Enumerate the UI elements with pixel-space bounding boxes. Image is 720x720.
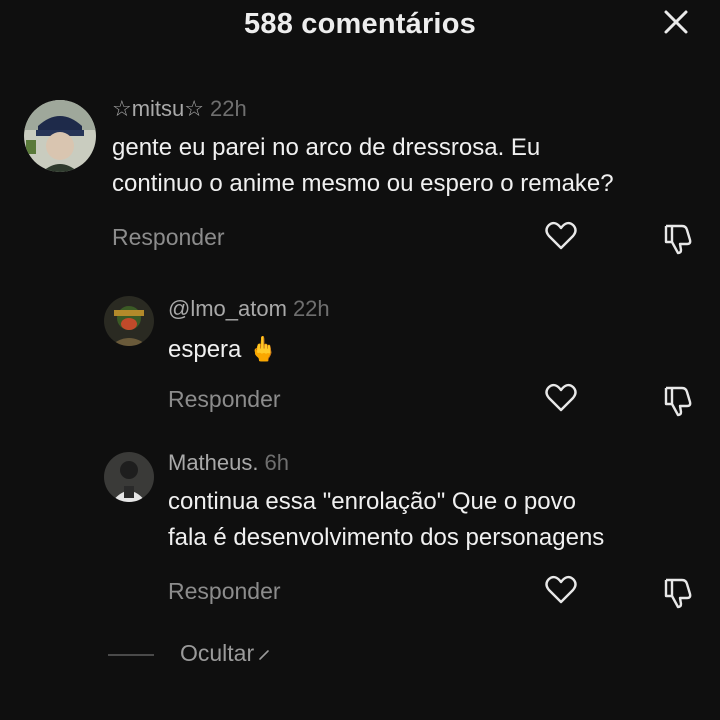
comment-text-line: fala é desenvolvimento dos personagens: [168, 524, 605, 551]
avatar[interactable]: [104, 296, 154, 346]
comment-meta: Matheus. 6h: [168, 450, 289, 476]
close-icon[interactable]: [658, 4, 694, 40]
timestamp: 6h: [264, 450, 289, 475]
reply-button[interactable]: Responder: [168, 386, 281, 413]
hide-replies-label: Ocultar: [180, 640, 255, 666]
comment-text-line: gente eu parei no arco de dressrosa. Eu: [112, 134, 541, 161]
timestamp: 22h: [292, 296, 330, 321]
dislike-icon[interactable]: [660, 382, 696, 418]
comment-text-line: espera 🖕: [168, 336, 278, 363]
username[interactable]: @lmo_atom: [168, 296, 287, 321]
comment-item: ☆mitsu☆ 22h gente eu parei no arco de dre…: [0, 90, 720, 270]
comment-text: gente eu parei no arco de dressrosa. Eu …: [112, 130, 614, 202]
dislike-icon[interactable]: [660, 574, 696, 610]
comment-count-title: 588 comentários: [244, 8, 476, 40]
username[interactable]: Matheus.: [168, 450, 259, 475]
avatar[interactable]: [104, 452, 154, 502]
reply-item: Matheus. 6h continua essa "enrolação" Que…: [0, 448, 720, 618]
heart-icon[interactable]: [543, 380, 579, 416]
chevron-up-icon: [259, 650, 269, 660]
comment-text: espera 🖕: [168, 332, 278, 368]
heart-icon[interactable]: [543, 218, 579, 254]
comment-meta: ☆mitsu☆ 22h: [112, 96, 247, 122]
heart-icon[interactable]: [543, 572, 579, 608]
comment-text-line: continuo o anime mesmo ou espero o remak…: [112, 170, 614, 197]
comment-text-line: continua essa "enrolação" Que o povo: [168, 488, 576, 515]
username[interactable]: ☆mitsu☆: [112, 96, 204, 121]
comments-sheet: 588 comentários ☆mitsu☆ 22h gente eu pare…: [0, 0, 720, 720]
comment-meta: @lmo_atom 22h: [168, 296, 330, 322]
comments-header: 588 comentários: [0, 0, 720, 52]
divider: [108, 654, 154, 656]
comment-text: continua essa "enrolação" Que o povo fal…: [168, 484, 604, 556]
hide-replies-button[interactable]: Ocultar: [180, 640, 270, 667]
reply-item: @lmo_atom 22h espera 🖕 Responder: [0, 292, 720, 432]
timestamp: 22h: [210, 96, 247, 121]
avatar[interactable]: [24, 100, 96, 172]
dislike-icon[interactable]: [660, 220, 696, 256]
reply-button[interactable]: Responder: [112, 224, 225, 251]
reply-button[interactable]: Responder: [168, 578, 281, 605]
